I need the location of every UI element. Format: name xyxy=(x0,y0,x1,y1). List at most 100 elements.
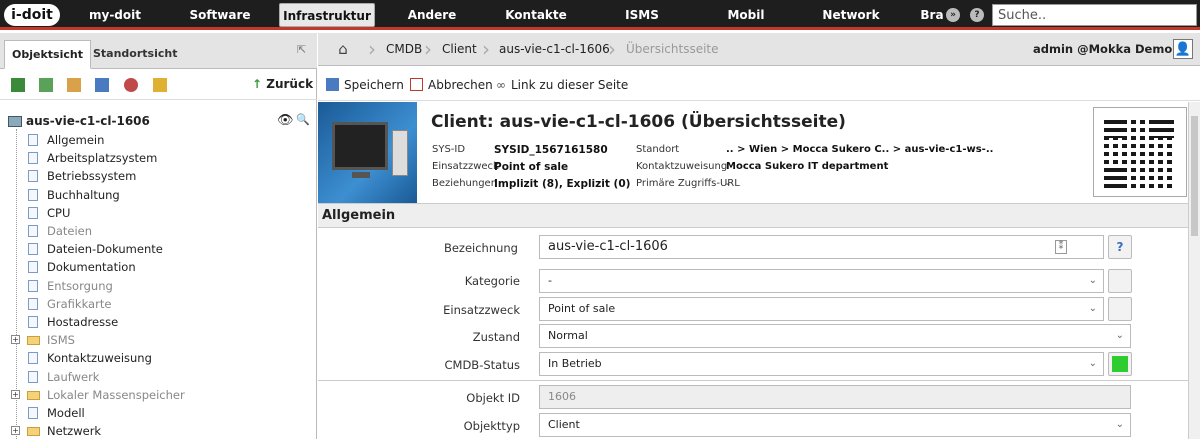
expand-plus-icon[interactable]: + xyxy=(11,335,20,345)
section-title: Allgemein xyxy=(322,208,396,223)
tab-objektsicht[interactable]: Objektsicht xyxy=(4,40,91,69)
breadcrumb-client[interactable]: Client xyxy=(442,33,477,66)
home-icon[interactable]: ⌂ xyxy=(318,33,368,66)
tree-item-label: Arbeitsplatzsystem xyxy=(47,151,158,166)
popout-icon[interactable]: ⇱ xyxy=(297,43,306,56)
tree-root[interactable]: aus-vie-c1-cl-1606 xyxy=(8,113,150,129)
folder-icon xyxy=(27,390,40,400)
einsatz-value: Point of sale xyxy=(494,161,569,173)
document-icon xyxy=(28,297,38,310)
save-button[interactable]: Speichern xyxy=(326,77,404,93)
search-input[interactable] xyxy=(992,4,1197,26)
objekt-id-label: Objekt ID xyxy=(466,391,520,405)
breadcrumb-cmdb[interactable]: CMDB xyxy=(386,33,422,66)
objekttyp-label: Objekttyp xyxy=(463,419,520,433)
folder-icon xyxy=(27,427,40,437)
objekttyp-select[interactable]: Client ⌄ xyxy=(539,413,1131,437)
document-icon xyxy=(28,370,38,383)
link-button[interactable]: ∞ Link zu dieser Seite xyxy=(496,77,628,93)
copy-icon[interactable] xyxy=(1108,269,1132,293)
nav-isms[interactable]: ISMS xyxy=(614,3,670,27)
tree-item-label: Dateien-Dokumente xyxy=(47,242,163,257)
bezeichnung-field[interactable]: aus-vie-c1-cl-1606 ⁑ xyxy=(539,235,1104,259)
nav-infrastruktur[interactable]: Infrastruktur xyxy=(279,3,375,27)
einsatz-key: Einsatzzweck xyxy=(432,161,499,172)
barcode-icon[interactable]: ⁑ xyxy=(1055,240,1067,254)
document-icon xyxy=(28,225,38,237)
breadcrumb-object[interactable]: aus-vie-c1-cl-1606 xyxy=(499,33,610,66)
einsatz-select-value: Point of sale xyxy=(548,302,616,315)
user-info[interactable]: admin @Mokka Demo xyxy=(1033,33,1172,66)
lock-icon[interactable] xyxy=(153,78,167,92)
object-header: Client: aus-vie-c1-cl-1606 (Übersichtsse… xyxy=(318,102,1188,203)
cmdb-status-label: CMDB-Status xyxy=(444,358,521,372)
objekt-id-field: 1606 xyxy=(539,385,1131,409)
magnifier-icon[interactable]: 🔍 xyxy=(296,113,310,126)
tree-view-icon[interactable] xyxy=(11,78,25,92)
document-icon xyxy=(28,279,38,292)
url-value: - xyxy=(726,178,730,190)
nav-andere[interactable]: Andere xyxy=(400,3,464,27)
computer-icon xyxy=(8,116,22,127)
nav-kontakte[interactable]: Kontakte xyxy=(500,3,572,27)
kategorie-select[interactable]: - ⌄ xyxy=(539,269,1104,293)
kontakt-key: Kontaktzuweisung xyxy=(636,161,728,172)
nav-software[interactable]: Software xyxy=(180,3,260,27)
qr-code[interactable] xyxy=(1093,107,1187,197)
tree-item-label: Hostadresse xyxy=(47,315,119,329)
breadcrumb-current: Übersichtsseite xyxy=(626,42,719,56)
document-icon xyxy=(28,243,38,256)
object-type-image xyxy=(318,102,417,203)
document-icon xyxy=(28,407,38,419)
bezeichnung-value: aus-vie-c1-cl-1606 xyxy=(548,239,668,254)
nav-my-doit[interactable]: my-doit xyxy=(80,3,150,27)
expand-plus-icon[interactable]: + xyxy=(11,389,20,399)
tree-item-label: Grafikkarte xyxy=(47,296,112,311)
link-icon: ∞ xyxy=(496,78,506,92)
zustand-label: Zustand xyxy=(472,330,520,344)
back-label: Zurück xyxy=(266,77,314,91)
url-key: Primäre Zugriffs-URL xyxy=(636,178,740,189)
objekt-id-value: 1606 xyxy=(548,390,576,403)
expand-plus-icon[interactable]: + xyxy=(11,426,20,436)
document-icon xyxy=(28,170,38,183)
bezeichnung-label: Bezeichnung xyxy=(443,241,518,255)
einsatz-label: Einsatzzweck xyxy=(443,303,520,317)
nav-mobil[interactable]: Mobil xyxy=(718,3,774,27)
idoit-logo[interactable]: i-doit xyxy=(4,4,60,26)
status-color-swatch xyxy=(1108,352,1132,376)
left-panel: Objektsicht Standortsicht ⇱ ↑ Zurück aus… xyxy=(0,33,317,439)
nav-network[interactable]: Network xyxy=(816,3,886,27)
cmdb-status-select[interactable]: In Betrieb ⌄ xyxy=(539,352,1104,376)
zustand-select[interactable]: Normal ⌄ xyxy=(539,324,1131,348)
cancel-button[interactable]: Abbrechen xyxy=(410,77,493,93)
tree-item-label: Kontaktzuweisung xyxy=(47,351,152,366)
left-toolbar: ↑ Zurück xyxy=(0,70,317,100)
expand-icon[interactable] xyxy=(39,78,53,92)
tree-item-label: Buchhaltung xyxy=(47,187,120,202)
document-icon xyxy=(28,316,38,328)
help-info-icon[interactable]: ? xyxy=(1108,235,1132,259)
standort-value[interactable]: .. > Wien > Mocca Sukero C.. > aus-vie-c… xyxy=(726,144,993,155)
standort-key: Standort xyxy=(636,144,680,155)
book-icon[interactable] xyxy=(95,78,109,92)
globe-icon[interactable] xyxy=(124,78,138,92)
left-tabs: Objektsicht Standortsicht ⇱ xyxy=(0,33,317,69)
help-icon[interactable]: ? xyxy=(970,8,984,22)
copy-icon[interactable] xyxy=(1108,297,1132,321)
document-icon xyxy=(28,206,38,219)
nav-scroll-right-icon[interactable]: » xyxy=(946,8,960,22)
kontakt-value[interactable]: Mocca Sukero IT department xyxy=(726,161,888,172)
chevron-down-icon: ⌄ xyxy=(1088,303,1097,314)
scrollbar[interactable] xyxy=(1188,102,1200,439)
tree-item-label: Netzwerk xyxy=(47,424,102,439)
nav-bra[interactable]: Bra xyxy=(918,3,946,27)
back-button[interactable]: ↑ Zurück xyxy=(252,77,313,91)
eye-icon[interactable]: 👁 xyxy=(277,113,294,128)
user-icon[interactable]: 👤 xyxy=(1173,39,1193,59)
chevron-down-icon: ⌄ xyxy=(1115,419,1124,430)
kategorie-label: Kategorie xyxy=(464,274,520,288)
table-icon[interactable] xyxy=(67,78,81,92)
tab-standortsicht[interactable]: Standortsicht xyxy=(86,40,184,69)
einsatz-select[interactable]: Point of sale ⌄ xyxy=(539,297,1104,321)
